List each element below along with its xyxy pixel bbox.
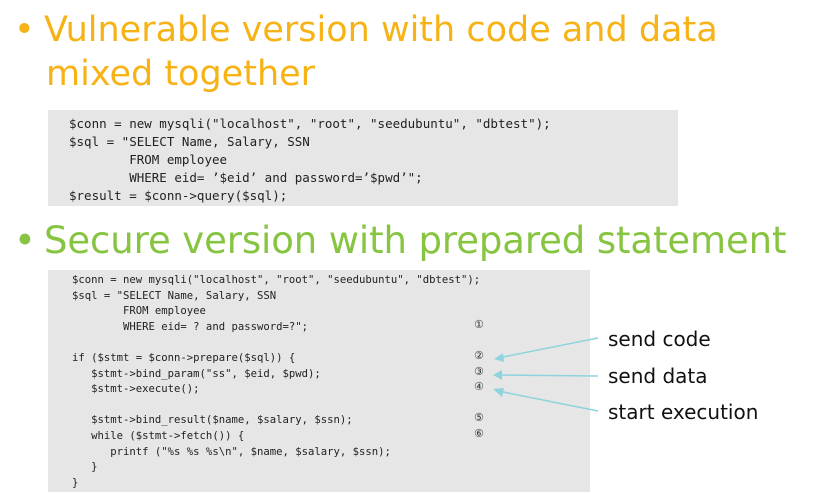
annotation-send-data: send data [608, 364, 708, 388]
arrow-head-icon [493, 388, 504, 397]
arrow-head-icon [494, 353, 504, 362]
arrow-head-icon [493, 370, 502, 380]
arrow-send-data [497, 374, 599, 377]
arrow-send-code [497, 337, 599, 359]
annotation-send-code: send code [608, 327, 711, 351]
arrow-start-execution [497, 390, 599, 412]
annotation-start-execution: start execution [608, 400, 759, 424]
